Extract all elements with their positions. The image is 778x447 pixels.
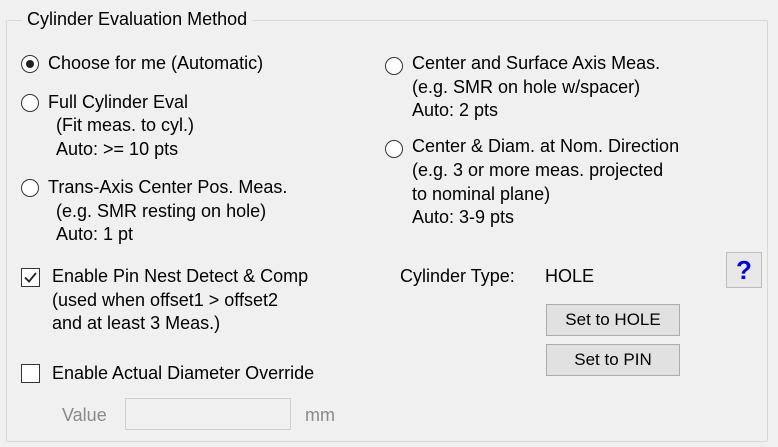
radio-button[interactable] <box>21 94 39 112</box>
radio-description: (e.g. SMR on hole w/spacer) <box>412 77 641 97</box>
cylinder-type-value: HOLE <box>545 266 595 286</box>
value-label: Value <box>62 405 107 425</box>
radio-description: (e.g. 3 or more meas. projected <box>412 160 664 180</box>
radio-auto-points: Auto: >= 10 pts <box>56 139 179 159</box>
cylinder-type-label: Cylinder Type: <box>400 266 515 286</box>
checkbox[interactable] <box>21 364 40 383</box>
checkbox-label: Enable Actual Diameter Override <box>52 363 315 383</box>
checkmark-icon <box>24 272 37 283</box>
value-unit: mm <box>305 405 335 425</box>
radio-description: (Fit meas. to cyl.) <box>56 115 195 135</box>
radio-label: Trans-Axis Center Pos. Meas. <box>48 177 288 197</box>
checkbox-description: (used when offset1 > offset2 <box>52 290 278 310</box>
radio-button[interactable] <box>21 179 39 197</box>
radio-label: Center & Diam. at Nom. Direction <box>412 136 680 156</box>
radio-auto-points: Auto: 3-9 pts <box>412 207 515 227</box>
set-to-pin-button[interactable]: Set to PIN <box>546 344 680 376</box>
checkbox-description-cont: and at least 3 Meas.) <box>52 313 221 333</box>
radio-auto-points: Auto: 1 pt <box>56 224 134 244</box>
value-input[interactable] <box>125 398 291 430</box>
radio-label: Center and Surface Axis Meas. <box>412 53 661 73</box>
radio-auto-points: Auto: 2 pts <box>412 100 499 120</box>
radio-description: (e.g. SMR resting on hole) <box>56 201 267 221</box>
radio-selected-dot <box>25 59 34 68</box>
set-to-hole-button[interactable]: Set to HOLE <box>546 304 680 336</box>
radio-label: Choose for me (Automatic) <box>48 53 264 73</box>
checkbox[interactable] <box>21 268 40 287</box>
radio-button[interactable] <box>385 140 403 158</box>
checkbox-label: Enable Pin Nest Detect & Comp <box>52 266 309 286</box>
radio-button[interactable] <box>385 57 403 75</box>
help-button[interactable]: ? <box>726 252 762 288</box>
cylinder-evaluation-panel: Cylinder Evaluation Method Choose for me… <box>0 0 778 447</box>
radio-label: Full Cylinder Eval <box>48 92 189 112</box>
group-box-title: Cylinder Evaluation Method <box>22 6 253 32</box>
radio-button[interactable] <box>21 55 39 73</box>
radio-description-cont: to nominal plane) <box>412 184 551 204</box>
